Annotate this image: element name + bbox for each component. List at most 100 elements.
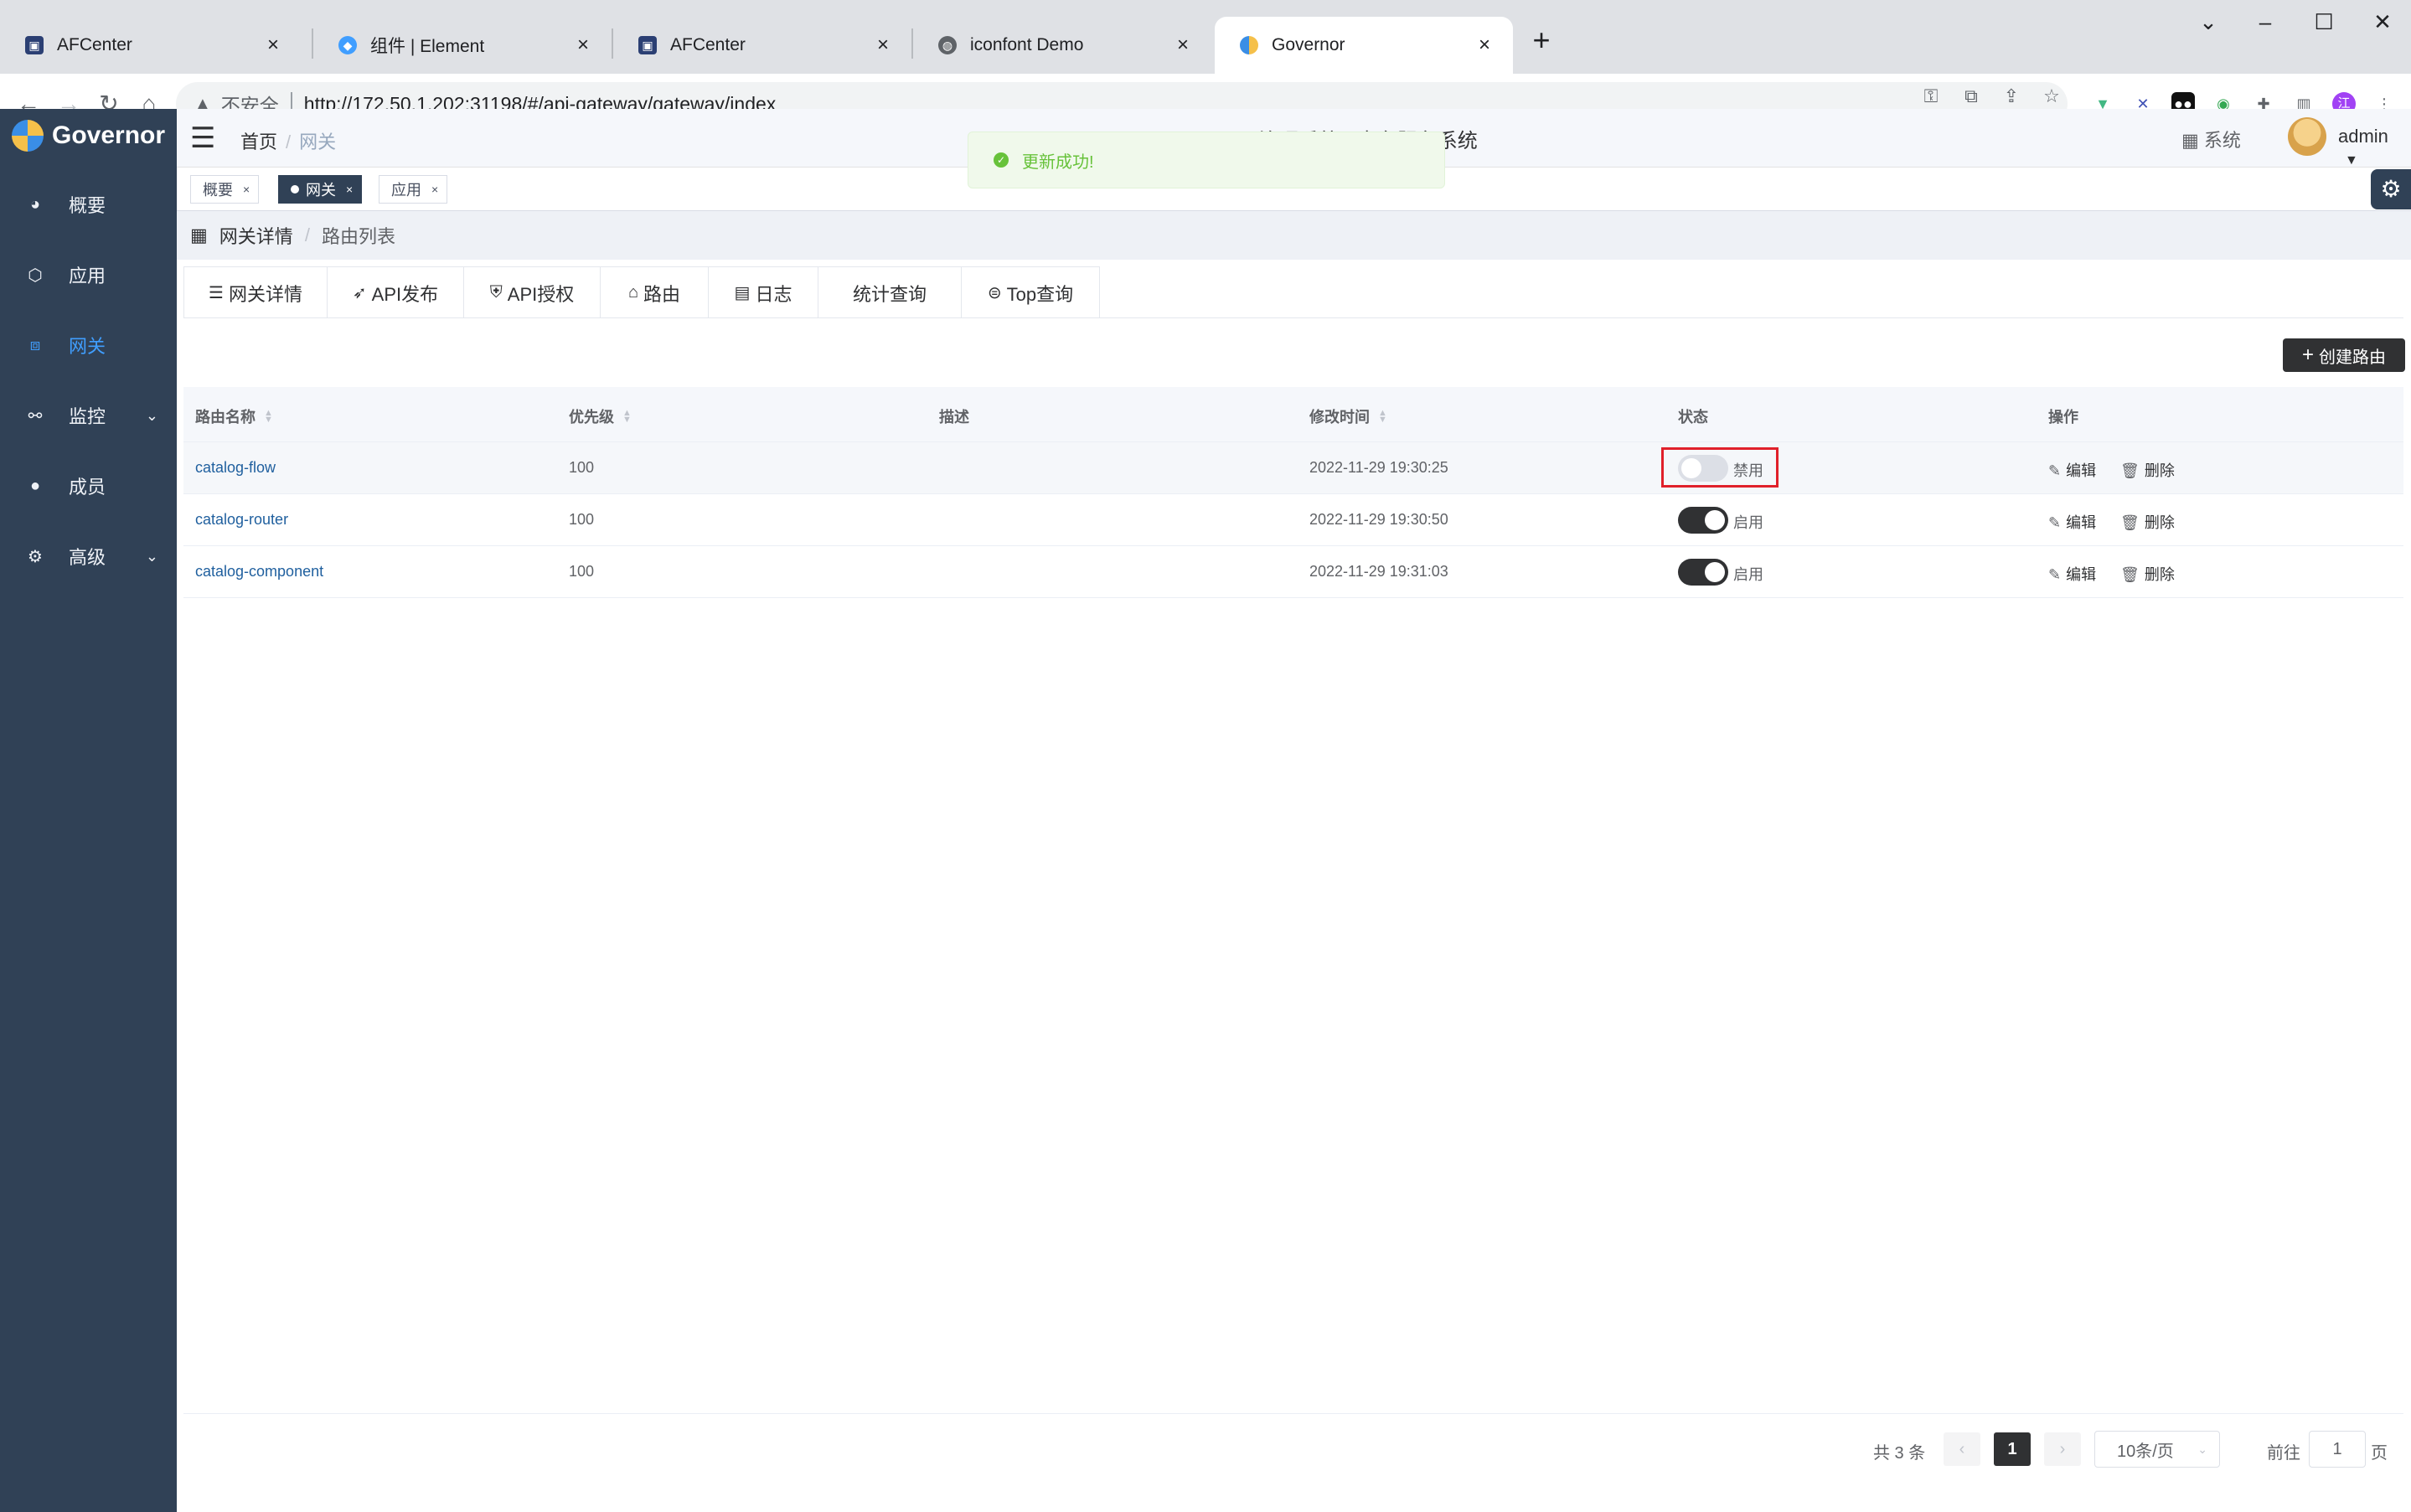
delete-label: 删除 xyxy=(2144,514,2175,531)
column-header-status: 状态 xyxy=(1678,405,1708,427)
browser-tab[interactable]: ▣ AFCenter × xyxy=(0,17,302,74)
route-name-link[interactable]: catalog-flow xyxy=(195,459,276,477)
sort-caret-icon[interactable]: ▲ ▼ xyxy=(264,409,273,425)
browser-tab[interactable]: ◍ iconfont Demo × xyxy=(913,17,1211,74)
browser-tab[interactable]: ▣ AFCenter × xyxy=(613,17,911,74)
browser-tab-bar: ▣ AFCenter × ◆ 组件 | Element × ▣ AFCenter… xyxy=(0,0,2411,74)
globe-icon: ◍ xyxy=(938,36,957,54)
user-menu[interactable]: admin ▼ xyxy=(2338,126,2411,169)
trash-icon: 🗑 xyxy=(2120,514,2140,531)
translate-icon[interactable]: ⧉ xyxy=(1959,85,1984,107)
close-icon[interactable]: × xyxy=(431,183,438,196)
route-modified-time: 2022-11-29 19:31:03 xyxy=(1309,563,1448,580)
edit-button[interactable]: ✎ 编辑 xyxy=(2048,511,2096,533)
status-label: 启用 xyxy=(1733,514,1763,531)
status-switch[interactable] xyxy=(1678,507,1728,534)
edit-button[interactable]: ✎ 编辑 xyxy=(2048,563,2096,585)
tag-gateway[interactable]: 网关 × xyxy=(278,175,363,204)
column-header-modified[interactable]: 修改时间 ▲ ▼ xyxy=(1309,405,1387,427)
tab-top-query[interactable]: ⊜ Top查询 xyxy=(961,266,1100,318)
shield-icon: ⛨ xyxy=(489,283,503,302)
new-tab-button[interactable]: + xyxy=(1521,22,1562,62)
column-header-priority[interactable]: 优先级 ▲ ▼ xyxy=(569,405,632,427)
close-icon[interactable]: × xyxy=(871,34,895,57)
sidebar-item-gateway[interactable]: ⧈ 网关 xyxy=(0,310,177,380)
delete-button[interactable]: 🗑 删除 xyxy=(2120,563,2175,585)
column-header-desc: 描述 xyxy=(939,405,969,427)
star-icon[interactable]: ☆ xyxy=(2039,85,2064,107)
cube-icon: ⬡ xyxy=(28,266,43,285)
tab-api-publish[interactable]: ➶ API发布 xyxy=(327,266,464,318)
breadcrumb-gateway-detail[interactable]: 网关详情 xyxy=(219,222,293,249)
route-name-link[interactable]: catalog-router xyxy=(195,511,288,529)
breadcrumb-home[interactable]: 首页 xyxy=(240,132,277,152)
tab-statistics[interactable]: 统计查询 xyxy=(818,266,962,318)
sidebar-item-label: 监控 xyxy=(69,406,106,427)
browser-tab[interactable]: ◆ 组件 | Element × xyxy=(313,17,612,74)
delete-button[interactable]: 🗑 删除 xyxy=(2120,511,2175,533)
settings-gear-icon[interactable]: ⚙ xyxy=(2371,169,2411,209)
browser-tab-title: Governor xyxy=(1272,35,1345,54)
sort-caret-icon[interactable]: ▲ ▼ xyxy=(1378,409,1387,425)
sidebar-item-advanced[interactable]: ⚙ 高级 ⌄ xyxy=(0,521,177,591)
success-toast: ✓ 更新成功! xyxy=(968,132,1445,188)
sidebar-item-monitor[interactable]: ⚯ 监控 ⌄ xyxy=(0,380,177,451)
gateway-tabs: ☰ 网关详情 ➶ API发布 ⛨ API授权 ⌂ 路由 ▤ 日志 统计查询 ⊜ … xyxy=(183,266,2403,318)
sort-caret-icon[interactable]: ▲ ▼ xyxy=(622,409,632,425)
sidebar-item-apps[interactable]: ⬡ 应用 xyxy=(0,240,177,310)
sidebar-item-label: 概要 xyxy=(69,195,106,216)
tab-routes[interactable]: ⌂ 路由 xyxy=(600,266,709,318)
goto-page-input[interactable] xyxy=(2309,1431,2366,1468)
tag-label: 概要 xyxy=(203,182,233,199)
browser-tab-title: iconfont Demo xyxy=(970,35,1084,54)
page-number-current[interactable]: 1 xyxy=(1994,1432,2031,1466)
close-icon[interactable]: × xyxy=(243,183,250,196)
column-header-name[interactable]: 路由名称 ▲ ▼ xyxy=(195,405,273,427)
tag-overview[interactable]: 概要 × xyxy=(190,175,260,204)
close-icon[interactable]: × xyxy=(571,34,595,57)
minimize-icon[interactable]: – xyxy=(2232,5,2299,39)
tab-label: 路由 xyxy=(643,283,681,305)
tab-logs[interactable]: ▤ 日志 xyxy=(708,266,818,318)
sidebar-item-members[interactable]: ● 成员 xyxy=(0,451,177,521)
edit-label: 编辑 xyxy=(2066,566,2097,583)
create-route-button[interactable]: + 创建路由 xyxy=(2283,338,2405,372)
browser-tab-title: 组件 | Element xyxy=(370,37,485,56)
maximize-icon[interactable]: ☐ xyxy=(2290,5,2357,39)
key-icon[interactable]: ⚿ xyxy=(1918,85,1944,107)
avatar[interactable] xyxy=(2288,117,2326,156)
brand-logo[interactable]: Governor xyxy=(12,117,165,154)
tab-api-auth[interactable]: ⛨ API授权 xyxy=(463,266,601,318)
tab-label: 统计查询 xyxy=(852,283,927,305)
close-icon[interactable]: × xyxy=(346,183,353,196)
tab-label: API授权 xyxy=(507,283,575,305)
hamburger-icon[interactable]: ☰ xyxy=(190,124,215,152)
prev-page-button[interactable]: ‹ xyxy=(1944,1432,1980,1466)
route-modified-time: 2022-11-29 19:30:50 xyxy=(1309,511,1448,528)
status-switch[interactable] xyxy=(1678,559,1728,586)
route-name-link[interactable]: catalog-component xyxy=(195,563,323,581)
chevron-down-icon: ⌄ xyxy=(145,406,158,424)
tag-label: 网关 xyxy=(306,182,336,199)
sidebar-item-overview[interactable]: ◕ 概要 xyxy=(0,169,177,240)
tag-apps[interactable]: 应用 × xyxy=(379,175,448,204)
delete-button[interactable]: 🗑 删除 xyxy=(2120,459,2175,481)
column-label: 描述 xyxy=(939,409,969,426)
gears-icon: ⚙ xyxy=(28,547,43,566)
status-switch[interactable] xyxy=(1678,455,1728,482)
share-icon[interactable]: ⇪ xyxy=(1999,85,2024,107)
tab-gateway-detail[interactable]: ☰ 网关详情 xyxy=(183,266,328,318)
browser-tab-active[interactable]: Governor × xyxy=(1215,17,1513,74)
gateway-icon: ⧈ xyxy=(29,335,41,354)
switch-knob xyxy=(1681,458,1701,478)
tag-label: 应用 xyxy=(391,182,421,199)
close-icon[interactable]: × xyxy=(261,34,285,57)
close-icon[interactable]: × xyxy=(1473,34,1496,57)
list-icon: ☰ xyxy=(209,284,224,302)
system-menu[interactable]: ▦ 系统 xyxy=(2181,126,2241,152)
page-size-select[interactable]: 10条/页 ⌄ xyxy=(2094,1431,2220,1468)
close-icon[interactable]: × xyxy=(1171,34,1195,57)
edit-button[interactable]: ✎ 编辑 xyxy=(2048,459,2096,481)
window-close-icon[interactable]: ✕ xyxy=(2349,5,2411,39)
next-page-button[interactable]: › xyxy=(2044,1432,2081,1466)
